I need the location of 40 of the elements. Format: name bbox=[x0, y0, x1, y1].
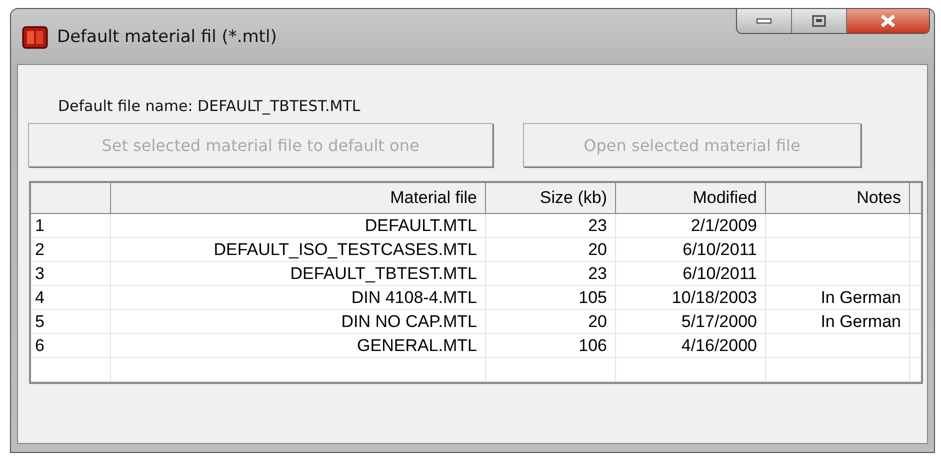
table-cell: DIN NO CAP.MTL bbox=[111, 310, 486, 333]
table-cell: DEFAULT.MTL bbox=[111, 214, 486, 237]
row-number: 6 bbox=[31, 334, 111, 357]
table-cell: 106 bbox=[486, 334, 616, 357]
column-header[interactable]: Modified bbox=[616, 183, 766, 213]
table-cell: 10/18/2003 bbox=[616, 286, 766, 309]
table-cell: In German bbox=[766, 286, 910, 309]
row-number: 1 bbox=[31, 214, 111, 237]
window-title: Default material fil (*.mtl) bbox=[57, 26, 277, 46]
column-header[interactable]: Material file bbox=[111, 183, 486, 213]
table-cell: 23 bbox=[486, 262, 616, 285]
table-cell: 5/17/2000 bbox=[616, 310, 766, 333]
table-cell: 6/10/2011 bbox=[616, 262, 766, 285]
maximize-icon bbox=[812, 15, 826, 27]
table-cell: GENERAL.MTL bbox=[111, 334, 486, 357]
column-header[interactable]: Size (kb) bbox=[486, 183, 616, 213]
table-cell: 20 bbox=[486, 238, 616, 261]
maximize-button[interactable] bbox=[792, 9, 847, 33]
row-number: 3 bbox=[31, 262, 111, 285]
default-file-label: Default file name: DEFAULT_TBTEST.MTL bbox=[58, 97, 362, 117]
cube-icon bbox=[21, 24, 49, 50]
row-number: 4 bbox=[31, 286, 111, 309]
table-cell: 6/10/2011 bbox=[616, 238, 766, 261]
table-cell: 2/1/2009 bbox=[616, 214, 766, 237]
table-cell: 105 bbox=[486, 286, 616, 309]
close-icon bbox=[879, 14, 897, 28]
close-button[interactable] bbox=[847, 9, 929, 33]
table-cell: 4/16/2000 bbox=[616, 334, 766, 357]
row-number: 2 bbox=[31, 238, 111, 261]
row-number: 5 bbox=[31, 310, 111, 333]
table-cell: In German bbox=[766, 310, 910, 333]
table-cell: DEFAULT_ISO_TESTCASES.MTL bbox=[111, 238, 486, 261]
column-header[interactable]: Notes bbox=[766, 183, 910, 213]
table-cell: DEFAULT_TBTEST.MTL bbox=[111, 262, 486, 285]
minimize-icon bbox=[756, 18, 772, 24]
table-cell: 20 bbox=[486, 310, 616, 333]
minimize-button[interactable] bbox=[737, 9, 792, 33]
column-header bbox=[910, 183, 921, 213]
table-cell: DIN 4108-4.MTL bbox=[111, 286, 486, 309]
table-cell: 23 bbox=[486, 214, 616, 237]
